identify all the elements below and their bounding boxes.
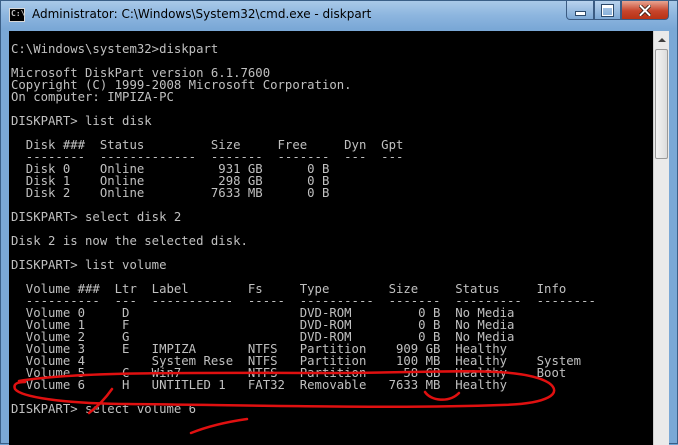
console-line: DISKPART> list disk (11, 114, 152, 128)
scroll-thumb[interactable] (655, 49, 668, 159)
cmd-icon[interactable]: C:\ (9, 8, 25, 22)
console-line: C:\Windows\system32>diskpart (11, 42, 219, 56)
console-line: On computer: IMPIZA-PC (11, 90, 174, 104)
window-title: Administrator: C:\Windows\System32\cmd.e… (32, 7, 372, 21)
chevron-up-icon (657, 37, 666, 42)
console-line: DISKPART> select volume 6 (11, 402, 197, 416)
console-output[interactable]: C:\Windows\system32>diskpart Microsoft Di… (9, 31, 653, 445)
console-line: DISKPART> list volume (11, 258, 167, 272)
title-bar[interactable]: C:\ Administrator: C:\Windows\System32\c… (1, 1, 677, 31)
console-line: Disk 2 Online 7633 MB 0 B (11, 186, 330, 200)
scroll-up-button[interactable] (654, 31, 669, 48)
minimize-button[interactable] (566, 1, 594, 20)
console-line: Volume 6 H UNTITLED 1 FAT32 Removable 76… (11, 378, 508, 392)
cmd-icon-glyph: C:\ (11, 9, 26, 18)
maximize-icon (602, 4, 613, 16)
console-line: Disk 2 is now the selected disk. (11, 234, 248, 248)
close-button[interactable] (621, 1, 669, 20)
minimize-icon (574, 10, 586, 16)
console-window: C:\ Administrator: C:\Windows\System32\c… (0, 0, 678, 445)
vertical-scrollbar[interactable] (653, 31, 669, 445)
close-icon (639, 4, 651, 16)
console-line: DISKPART> select disk 2 (11, 210, 182, 224)
maximize-button[interactable] (594, 1, 621, 20)
